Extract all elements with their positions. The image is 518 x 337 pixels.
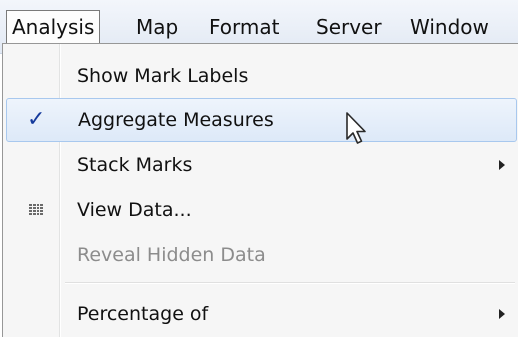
menu-item-view-data[interactable]: View Data... [3, 188, 517, 232]
analysis-dropdown-menu: Show Mark Labels ✓ Aggregate Measures St… [2, 43, 518, 337]
menu-analysis[interactable]: Analysis [6, 10, 101, 44]
menu-server[interactable]: Server [316, 10, 382, 44]
menu-separator [65, 282, 515, 284]
menu-item-show-mark-labels[interactable]: Show Mark Labels [3, 54, 517, 98]
menu-window[interactable]: Window [410, 10, 489, 44]
view-data-grid-icon [29, 204, 43, 216]
menu-map[interactable]: Map [136, 10, 178, 44]
menu-item-label: Percentage of [77, 303, 209, 325]
menu-format[interactable]: Format [209, 10, 279, 44]
menu-item-label: Show Mark Labels [77, 65, 249, 87]
menu-item-label: View Data... [77, 199, 192, 221]
mouse-pointer-icon [346, 112, 366, 144]
menu-item-stack-marks[interactable]: Stack Marks [3, 143, 517, 187]
menu-item-reveal-hidden-data: Reveal Hidden Data [3, 233, 517, 277]
submenu-arrow-icon [499, 160, 505, 170]
menu-item-label: Aggregate Measures [78, 109, 274, 131]
submenu-arrow-icon [499, 309, 505, 319]
menu-item-label: Reveal Hidden Data [77, 244, 266, 266]
menu-item-percentage-of[interactable]: Percentage of [3, 292, 517, 336]
checkmark-icon: ✓ [27, 107, 46, 132]
menu-item-label: Stack Marks [77, 154, 193, 176]
menu-item-aggregate-measures[interactable]: ✓ Aggregate Measures [6, 98, 517, 142]
